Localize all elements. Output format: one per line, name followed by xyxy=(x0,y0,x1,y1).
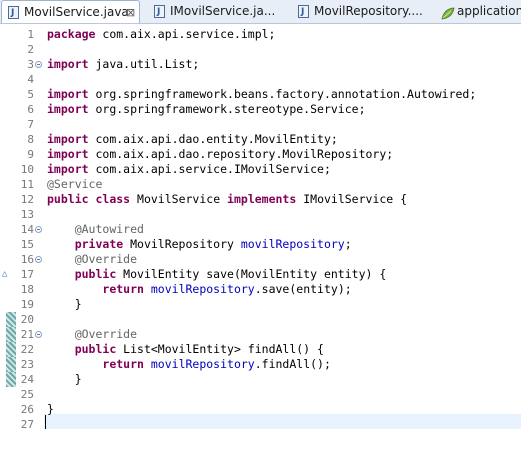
code-line[interactable]: import org.springframework.beans.factory… xyxy=(47,87,476,102)
line-number: 8 xyxy=(27,133,34,146)
code-line[interactable]: return movilRepository.findAll(); xyxy=(47,357,331,372)
java-interface-icon: J xyxy=(154,5,165,18)
line-number: 12 xyxy=(20,193,34,206)
line-number: 11 xyxy=(20,178,34,191)
code-line[interactable]: import com.aix.api.dao.repository.MovilR… xyxy=(47,147,393,162)
tab-label: MovilRepository.... xyxy=(314,4,422,18)
quick-diff-marker xyxy=(6,327,16,342)
line-number: 4 xyxy=(27,73,34,86)
code-line[interactable]: @Service xyxy=(47,177,102,192)
quick-diff-marker xyxy=(6,342,16,357)
tab-movilrepository[interactable]: J MovilRepository.... xyxy=(292,0,422,23)
line-number: 19 xyxy=(20,298,34,311)
code-line[interactable]: public MovilEntity save(MovilEntity enti… xyxy=(47,267,387,282)
code-line[interactable]: public class MovilService implements IMo… xyxy=(47,192,407,207)
fold-toggle-icon[interactable] xyxy=(35,61,42,68)
override-triangle-icon[interactable]: △ xyxy=(2,267,7,282)
tab-application[interactable]: application.... xyxy=(435,0,521,23)
code-line[interactable]: @Override xyxy=(47,252,137,267)
line-number: 3 xyxy=(27,58,34,71)
java-file-icon: J xyxy=(8,6,19,19)
code-line[interactable]: @Autowired xyxy=(47,222,144,237)
quick-diff-marker xyxy=(6,357,16,372)
quick-diff-marker xyxy=(6,312,16,327)
code-line[interactable]: } xyxy=(47,372,82,387)
line-number: 22 xyxy=(20,343,34,356)
line-number: 24 xyxy=(20,373,34,386)
tab-label: application.... xyxy=(457,4,521,18)
java-interface-icon: J xyxy=(298,5,309,18)
line-number-gutter: 1 2 3 4 5 6 7 8 9 10 11 12 13 14 15 16 17 18 19 20 21 22 23 24 2… xyxy=(16,24,44,462)
code-line[interactable]: import com.aix.api.service.IMovilService… xyxy=(47,162,331,177)
code-line[interactable]: private MovilRepository movilRepository; xyxy=(47,237,352,252)
code-line[interactable]: import java.util.List; xyxy=(47,57,199,72)
line-number: 18 xyxy=(20,283,34,296)
line-number: 2 xyxy=(27,43,34,56)
line-number: 27 xyxy=(20,418,34,431)
line-number: 5 xyxy=(27,88,34,101)
fold-toggle-icon[interactable] xyxy=(35,331,42,338)
line-number: 26 xyxy=(20,403,34,416)
quick-diff-marker xyxy=(6,372,16,387)
line-number: 16 xyxy=(20,253,34,266)
code-line[interactable]: public List<MovilEntity> findAll() { xyxy=(47,342,324,357)
fold-toggle-icon[interactable] xyxy=(35,226,42,233)
spring-leaf-icon xyxy=(441,5,455,20)
code-line[interactable]: } xyxy=(47,297,82,312)
fold-toggle-icon[interactable] xyxy=(35,256,42,263)
line-number: 25 xyxy=(20,388,34,401)
line-number: 1 xyxy=(27,28,34,41)
line-number: 20 xyxy=(20,313,34,326)
line-number: 9 xyxy=(27,148,34,161)
tab-movilservice[interactable]: J MovilService.java ⊠ xyxy=(1,0,140,23)
line-number: 13 xyxy=(20,208,34,221)
line-number: 23 xyxy=(20,358,34,371)
line-number: 15 xyxy=(20,238,34,251)
line-number: 7 xyxy=(27,118,34,131)
line-number: 6 xyxy=(27,103,34,116)
line-number: 21 xyxy=(20,328,34,341)
text-cursor xyxy=(45,415,46,429)
code-editor[interactable]: △ 1 2 3 4 5 6 7 8 9 10 11 12 13 14 15 16 17 18 19 20 21 22 23 2… xyxy=(0,24,521,462)
code-line[interactable]: package com.aix.api.service.impl; xyxy=(47,27,275,42)
close-tab-icon[interactable]: ⊠ xyxy=(126,1,135,23)
line-number: 17 xyxy=(20,268,34,281)
code-line[interactable]: @Override xyxy=(47,327,137,342)
tab-imovilservice[interactable]: J IMovilService.ja... xyxy=(148,0,278,23)
current-line-highlight xyxy=(44,414,521,429)
line-number: 10 xyxy=(20,163,34,176)
code-line[interactable]: import org.springframework.stereotype.Se… xyxy=(47,102,366,117)
line-number: 14 xyxy=(20,223,34,236)
tab-label: MovilService.java xyxy=(24,5,129,19)
code-line[interactable]: import com.aix.api.dao.entity.MovilEntit… xyxy=(47,132,338,147)
editor-tab-bar: J MovilService.java ⊠ J IMovilService.ja… xyxy=(0,0,521,24)
code-line[interactable]: return movilRepository.save(entity); xyxy=(47,282,351,297)
overview-ruler: △ xyxy=(0,24,16,462)
tab-label: IMovilService.ja... xyxy=(170,4,276,18)
code-line[interactable]: } xyxy=(47,402,54,417)
